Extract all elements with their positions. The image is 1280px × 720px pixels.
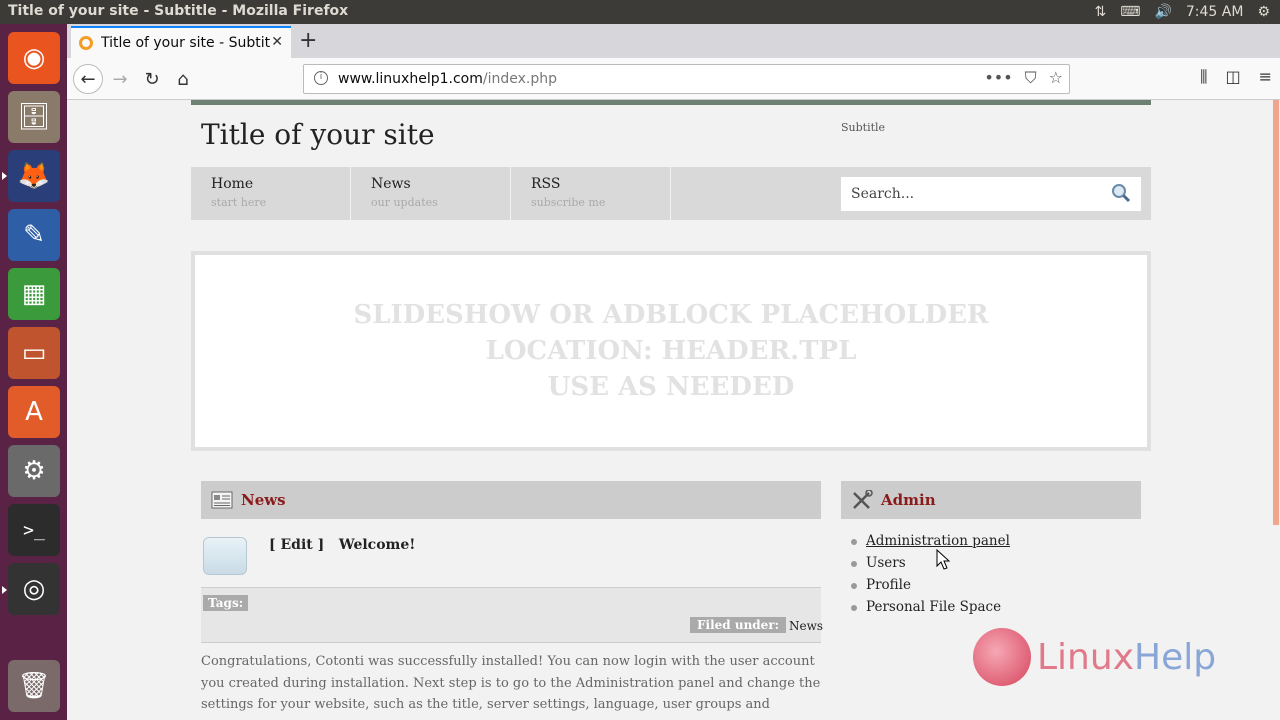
menu-item-rss[interactable]: RSS subscribe me xyxy=(511,167,671,220)
admin-link-label: Personal File Space xyxy=(866,599,1002,615)
admin-links: Administration panel Users Profile Perso… xyxy=(841,533,1010,621)
running-indicator xyxy=(2,586,7,594)
search-input[interactable]: Search... xyxy=(841,177,1141,211)
site-title[interactable]: Title of your site xyxy=(201,118,435,151)
tab-title: Title of your site - Subtitle xyxy=(101,35,271,51)
menu-icon[interactable]: ≡ xyxy=(1259,67,1272,87)
mouse-cursor-icon xyxy=(936,549,951,570)
terminal-icon[interactable]: >_ xyxy=(8,504,60,556)
menu-item-news[interactable]: News our updates xyxy=(351,167,511,220)
news-body: Congratulations, Cotonti was successfull… xyxy=(201,654,821,720)
admin-link-profile[interactable]: Profile xyxy=(841,577,1010,599)
menu-item-home[interactable]: Home start here xyxy=(191,167,351,220)
speech-bubble-icon xyxy=(203,537,247,575)
slide-line-3: USE AS NEEDED xyxy=(547,372,795,402)
site-info-icon[interactable]: i xyxy=(314,71,328,85)
site-subtitle: Subtitle xyxy=(841,121,886,134)
menu-item-label: RSS xyxy=(531,176,561,192)
linuxhelp-logo-icon xyxy=(973,628,1031,686)
settings-icon[interactable]: ⚙ xyxy=(1257,4,1270,20)
menu-item-label: News xyxy=(371,176,411,192)
linuxhelp-watermark: LinuxHelp xyxy=(973,625,1216,689)
bookmark-star-icon[interactable]: ☆ xyxy=(1049,68,1063,88)
page-actions-icon[interactable]: ••• xyxy=(984,68,1012,88)
tab-bar: Title of your site - Subtitle ✕ + xyxy=(67,24,1280,58)
network-icon[interactable]: ⇅ xyxy=(1095,4,1107,20)
menu-item-sublabel: subscribe me xyxy=(531,196,606,209)
slide-line-1: SLIDESHOW OR ADBLOCK PLACEHOLDER xyxy=(353,300,989,330)
menu-item-sublabel: start here xyxy=(211,196,267,209)
tags-box: Tags: Filed under: News xyxy=(201,587,823,643)
url-path: /index.php xyxy=(482,71,557,87)
firefox-icon[interactable]: 🦊 xyxy=(8,150,60,202)
forward-button[interactable]: → xyxy=(105,64,135,94)
slide-line-2: LOCATION: HEADER.TPL xyxy=(485,336,857,366)
news-panel-header: News xyxy=(201,481,821,519)
header-top-line xyxy=(191,100,1151,105)
system-top-bar: Title of your site - Subtitle - Mozilla … xyxy=(0,0,1280,24)
writer-icon[interactable]: ✎ xyxy=(8,209,60,261)
news-item-title[interactable]: Welcome! xyxy=(339,537,416,553)
library-icon[interactable]: ⫼ xyxy=(1200,67,1207,87)
navigation-bar: ← → ↻ ⌂ i www.linuxhelp1.com/index.php •… xyxy=(67,58,1280,100)
tab-active[interactable]: Title of your site - Subtitle ✕ xyxy=(71,26,291,58)
filed-under-label: Filed under: xyxy=(690,617,787,633)
ubuntu-dash-icon[interactable]: ◉ xyxy=(8,32,60,84)
search-placeholder: Search... xyxy=(851,186,915,202)
admin-link-users[interactable]: Users xyxy=(841,555,1010,577)
admin-panel-title: Admin xyxy=(881,491,936,509)
menu-item-label: Home xyxy=(211,176,254,192)
files-icon[interactable]: 🗄 xyxy=(8,91,60,143)
launcher: ◉ 🗄 🦊 ✎ ▦ ▭ A ⚙ >_ ◎ 🗑 xyxy=(0,24,67,720)
pocket-icon[interactable]: ⛉ xyxy=(1025,68,1037,88)
admin-link-label: Administration panel xyxy=(866,533,1010,549)
tags-label: Tags: xyxy=(203,595,249,611)
edit-link[interactable]: [ Edit ] xyxy=(269,537,324,553)
close-tab-icon[interactable]: ✕ xyxy=(271,34,283,50)
recorder-icon[interactable]: ◎ xyxy=(8,563,60,615)
system-settings-icon[interactable]: ⚙ xyxy=(8,445,60,497)
back-button[interactable]: ← xyxy=(73,64,103,94)
main-menu: Home start here News our updates RSS sub… xyxy=(191,167,1151,220)
running-indicator xyxy=(2,172,7,180)
search-icon[interactable] xyxy=(1111,183,1131,203)
sidebar-icon[interactable]: ◫ xyxy=(1225,67,1240,87)
admin-link-label: Profile xyxy=(866,577,911,593)
scrollbar-thumb[interactable] xyxy=(1273,100,1279,525)
slideshow-placeholder: SLIDESHOW OR ADBLOCK PLACEHOLDER LOCATIO… xyxy=(191,251,1151,451)
window-title: Title of your site - Subtitle - Mozilla … xyxy=(8,3,349,19)
reload-button[interactable]: ↻ xyxy=(137,64,167,94)
home-button[interactable]: ⌂ xyxy=(168,64,198,94)
filed-under-link[interactable]: News xyxy=(789,619,823,633)
calc-icon[interactable]: ▦ xyxy=(8,268,60,320)
watermark-text-2: Help xyxy=(1134,636,1217,678)
admin-link-label: Users xyxy=(866,555,906,571)
menu-item-sublabel: our updates xyxy=(371,196,438,209)
news-panel-title: News xyxy=(241,491,286,509)
clock[interactable]: 7:45 AM xyxy=(1186,4,1244,20)
impress-icon[interactable]: ▭ xyxy=(8,327,60,379)
tools-icon xyxy=(853,490,873,509)
newspaper-icon xyxy=(211,491,233,509)
system-tray: ⇅ ⌨ 🔊 7:45 AM ⚙ xyxy=(1095,0,1280,24)
admin-link-pfs[interactable]: Personal File Space xyxy=(841,599,1010,621)
site-container: Title of your site Subtitle Home start h… xyxy=(191,100,1151,720)
watermark-text-1: Linux xyxy=(1037,636,1134,678)
admin-panel-header: Admin xyxy=(841,481,1141,519)
url-host: www.linuxhelp1.com xyxy=(338,71,483,87)
page-scrollbar[interactable] xyxy=(1272,100,1280,720)
volume-icon[interactable]: 🔊 xyxy=(1154,4,1171,20)
admin-link-administration-panel[interactable]: Administration panel xyxy=(841,533,1010,555)
keyboard-icon[interactable]: ⌨ xyxy=(1120,4,1140,20)
trash-icon[interactable]: 🗑 xyxy=(8,660,60,712)
new-tab-button[interactable]: + xyxy=(299,28,317,53)
url-bar[interactable]: i www.linuxhelp1.com/index.php ••• ⛉ ☆ xyxy=(303,64,1070,94)
favicon-icon xyxy=(79,36,93,50)
software-center-icon[interactable]: A xyxy=(8,386,60,438)
